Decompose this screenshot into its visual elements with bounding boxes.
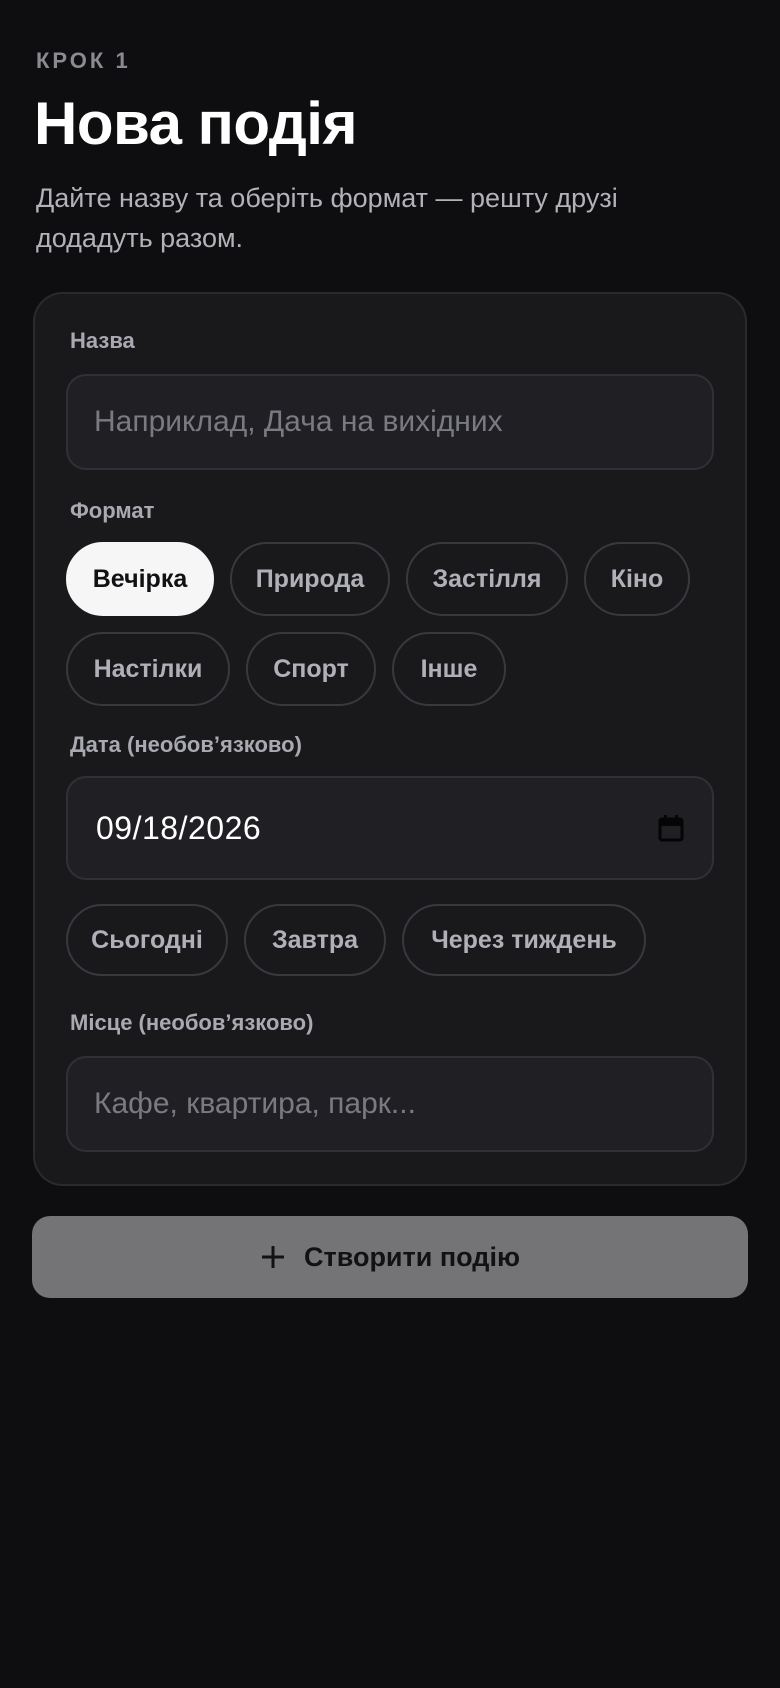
- calendar-icon[interactable]: [658, 814, 684, 842]
- name-input[interactable]: Наприклад, Дача на вихідних: [66, 374, 714, 470]
- name-input-placeholder: Наприклад, Дача на вихідних: [94, 405, 503, 438]
- format-chip-nature[interactable]: Природа: [230, 542, 390, 616]
- create-event-button[interactable]: Створити подію: [32, 1216, 748, 1298]
- format-chip-label: Природа: [255, 564, 365, 593]
- step-label: КРОК 1: [36, 48, 131, 73]
- date-field-label: Дата (необов’язково): [70, 732, 302, 757]
- date-chip-today[interactable]: Сьогодні: [66, 904, 228, 976]
- format-chip-other[interactable]: Інше: [392, 632, 506, 706]
- date-input[interactable]: 09/18/2026: [66, 776, 714, 880]
- page-subtitle: Дайте назву та оберіть формат — решту др…: [36, 183, 618, 253]
- date-chip-label: Через тиждень: [431, 925, 617, 954]
- format-chip-label: Спорт: [273, 654, 349, 683]
- format-chip-label: Настілки: [93, 654, 203, 683]
- format-chip-cinema[interactable]: Кіно: [584, 542, 690, 616]
- place-input-placeholder: Кафе, квартира, парк...: [94, 1087, 416, 1120]
- date-value: 09/18/2026: [96, 809, 262, 846]
- date-chip-tomorrow[interactable]: Завтра: [244, 904, 386, 976]
- create-event-button-label: Створити подію: [303, 1241, 520, 1272]
- place-field-label: Місце (необов’язково): [70, 1010, 314, 1035]
- format-chip-label: Інше: [420, 654, 478, 683]
- format-chip-board-games[interactable]: Настілки: [66, 632, 230, 706]
- name-field-label: Назва: [70, 328, 135, 353]
- date-chip-label: Завтра: [271, 925, 359, 954]
- format-chip-party[interactable]: Вечірка: [66, 542, 214, 616]
- format-chip-label: Кіно: [610, 564, 664, 593]
- format-chip-label: Застілля: [432, 564, 542, 593]
- place-input[interactable]: Кафе, квартира, парк...: [66, 1056, 714, 1152]
- create-event-screen: КРОК 1 Нова подія Дайте назву та оберіть…: [0, 0, 780, 1688]
- format-chip-sport[interactable]: Спорт: [246, 632, 376, 706]
- format-field-label: Формат: [70, 498, 155, 523]
- format-chip-feast[interactable]: Застілля: [406, 542, 568, 616]
- date-chip-in-a-week[interactable]: Через тиждень: [402, 904, 646, 976]
- date-chip-label: Сьогодні: [91, 925, 203, 954]
- plus-icon: [260, 1244, 286, 1270]
- page-title: Нова подія: [34, 90, 357, 157]
- format-chip-label: Вечірка: [92, 564, 188, 593]
